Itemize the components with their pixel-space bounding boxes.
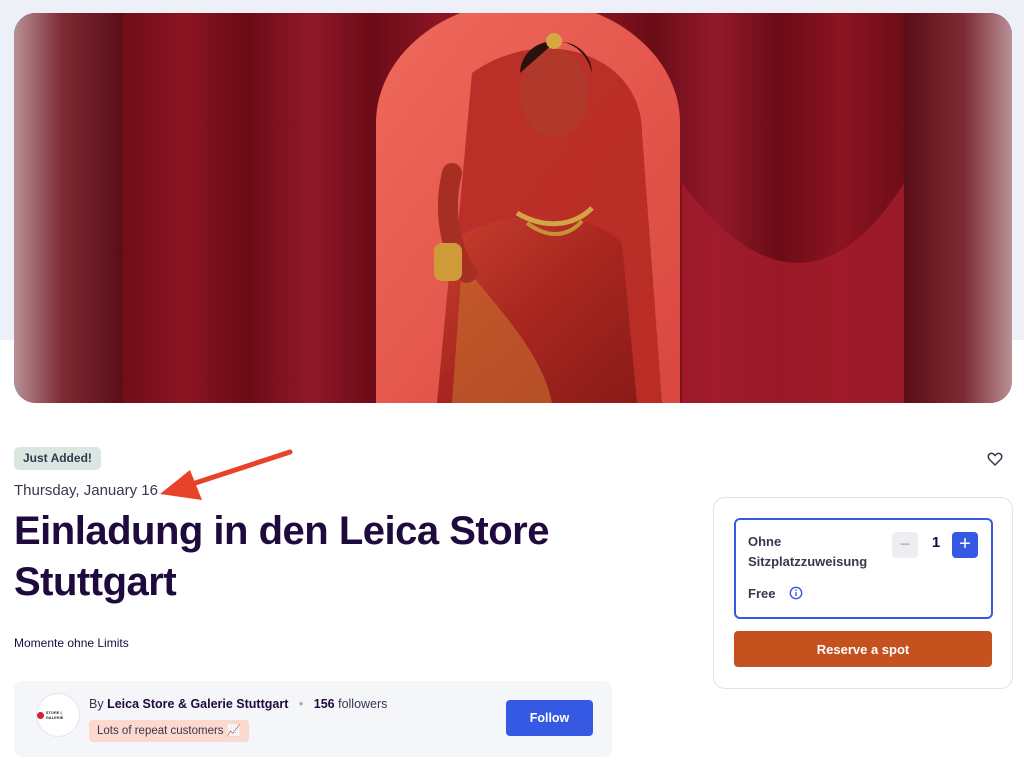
organizer-avatar[interactable]: STORE | GALERIE [36, 693, 80, 737]
separator-dot: • [298, 697, 304, 711]
organizer-name-link[interactable]: Leica Store & Galerie Stuttgart [107, 697, 288, 711]
reserve-spot-button[interactable]: Reserve a spot [734, 631, 992, 667]
hero-blur-right [904, 13, 1012, 403]
heart-icon[interactable] [986, 450, 1004, 468]
event-summary: Momente ohne Limits [14, 636, 129, 650]
hero-blur-left [14, 13, 122, 403]
quantity-value: 1 [931, 534, 941, 551]
ticket-panel: Ohne Sitzplatzzuweisung Free − 1 + Reser… [713, 497, 1013, 689]
followers-count: 156 [313, 697, 335, 711]
info-icon[interactable] [789, 586, 803, 600]
ticket-price: Free [748, 586, 776, 601]
organizer-card: STORE | GALERIE By Leica Store & Galerie… [14, 681, 612, 757]
ticket-name: Ohne Sitzplatzzuweisung [748, 534, 868, 569]
repeat-customers-tag: Lots of repeat customers 📈 [89, 720, 250, 742]
logo-dot [37, 711, 44, 719]
followers-label: followers [338, 697, 388, 711]
red-arrow [160, 449, 293, 500]
follow-button[interactable]: Follow [506, 700, 593, 736]
quantity-increase-button[interactable]: + [952, 532, 978, 558]
event-date: Thursday, January 16 [14, 482, 158, 499]
event-page: Just Added! Thursday, January 16 Einladu… [0, 0, 1024, 763]
organizer-line: By Leica Store & Galerie Stuttgart • 156… [89, 697, 387, 711]
organizer-logo-text: STORE | GALERIE [45, 710, 64, 720]
event-title: Einladung in den Leica Store Stuttgart [14, 509, 549, 604]
organizer-by-prefix: By [89, 697, 104, 711]
ticket-option[interactable]: Ohne Sitzplatzzuweisung Free − 1 + [734, 518, 993, 619]
hero-image [14, 13, 1012, 403]
hero-photo [122, 13, 904, 403]
just-added-badge: Just Added! [14, 447, 101, 470]
quantity-decrease-button[interactable]: − [892, 532, 918, 558]
